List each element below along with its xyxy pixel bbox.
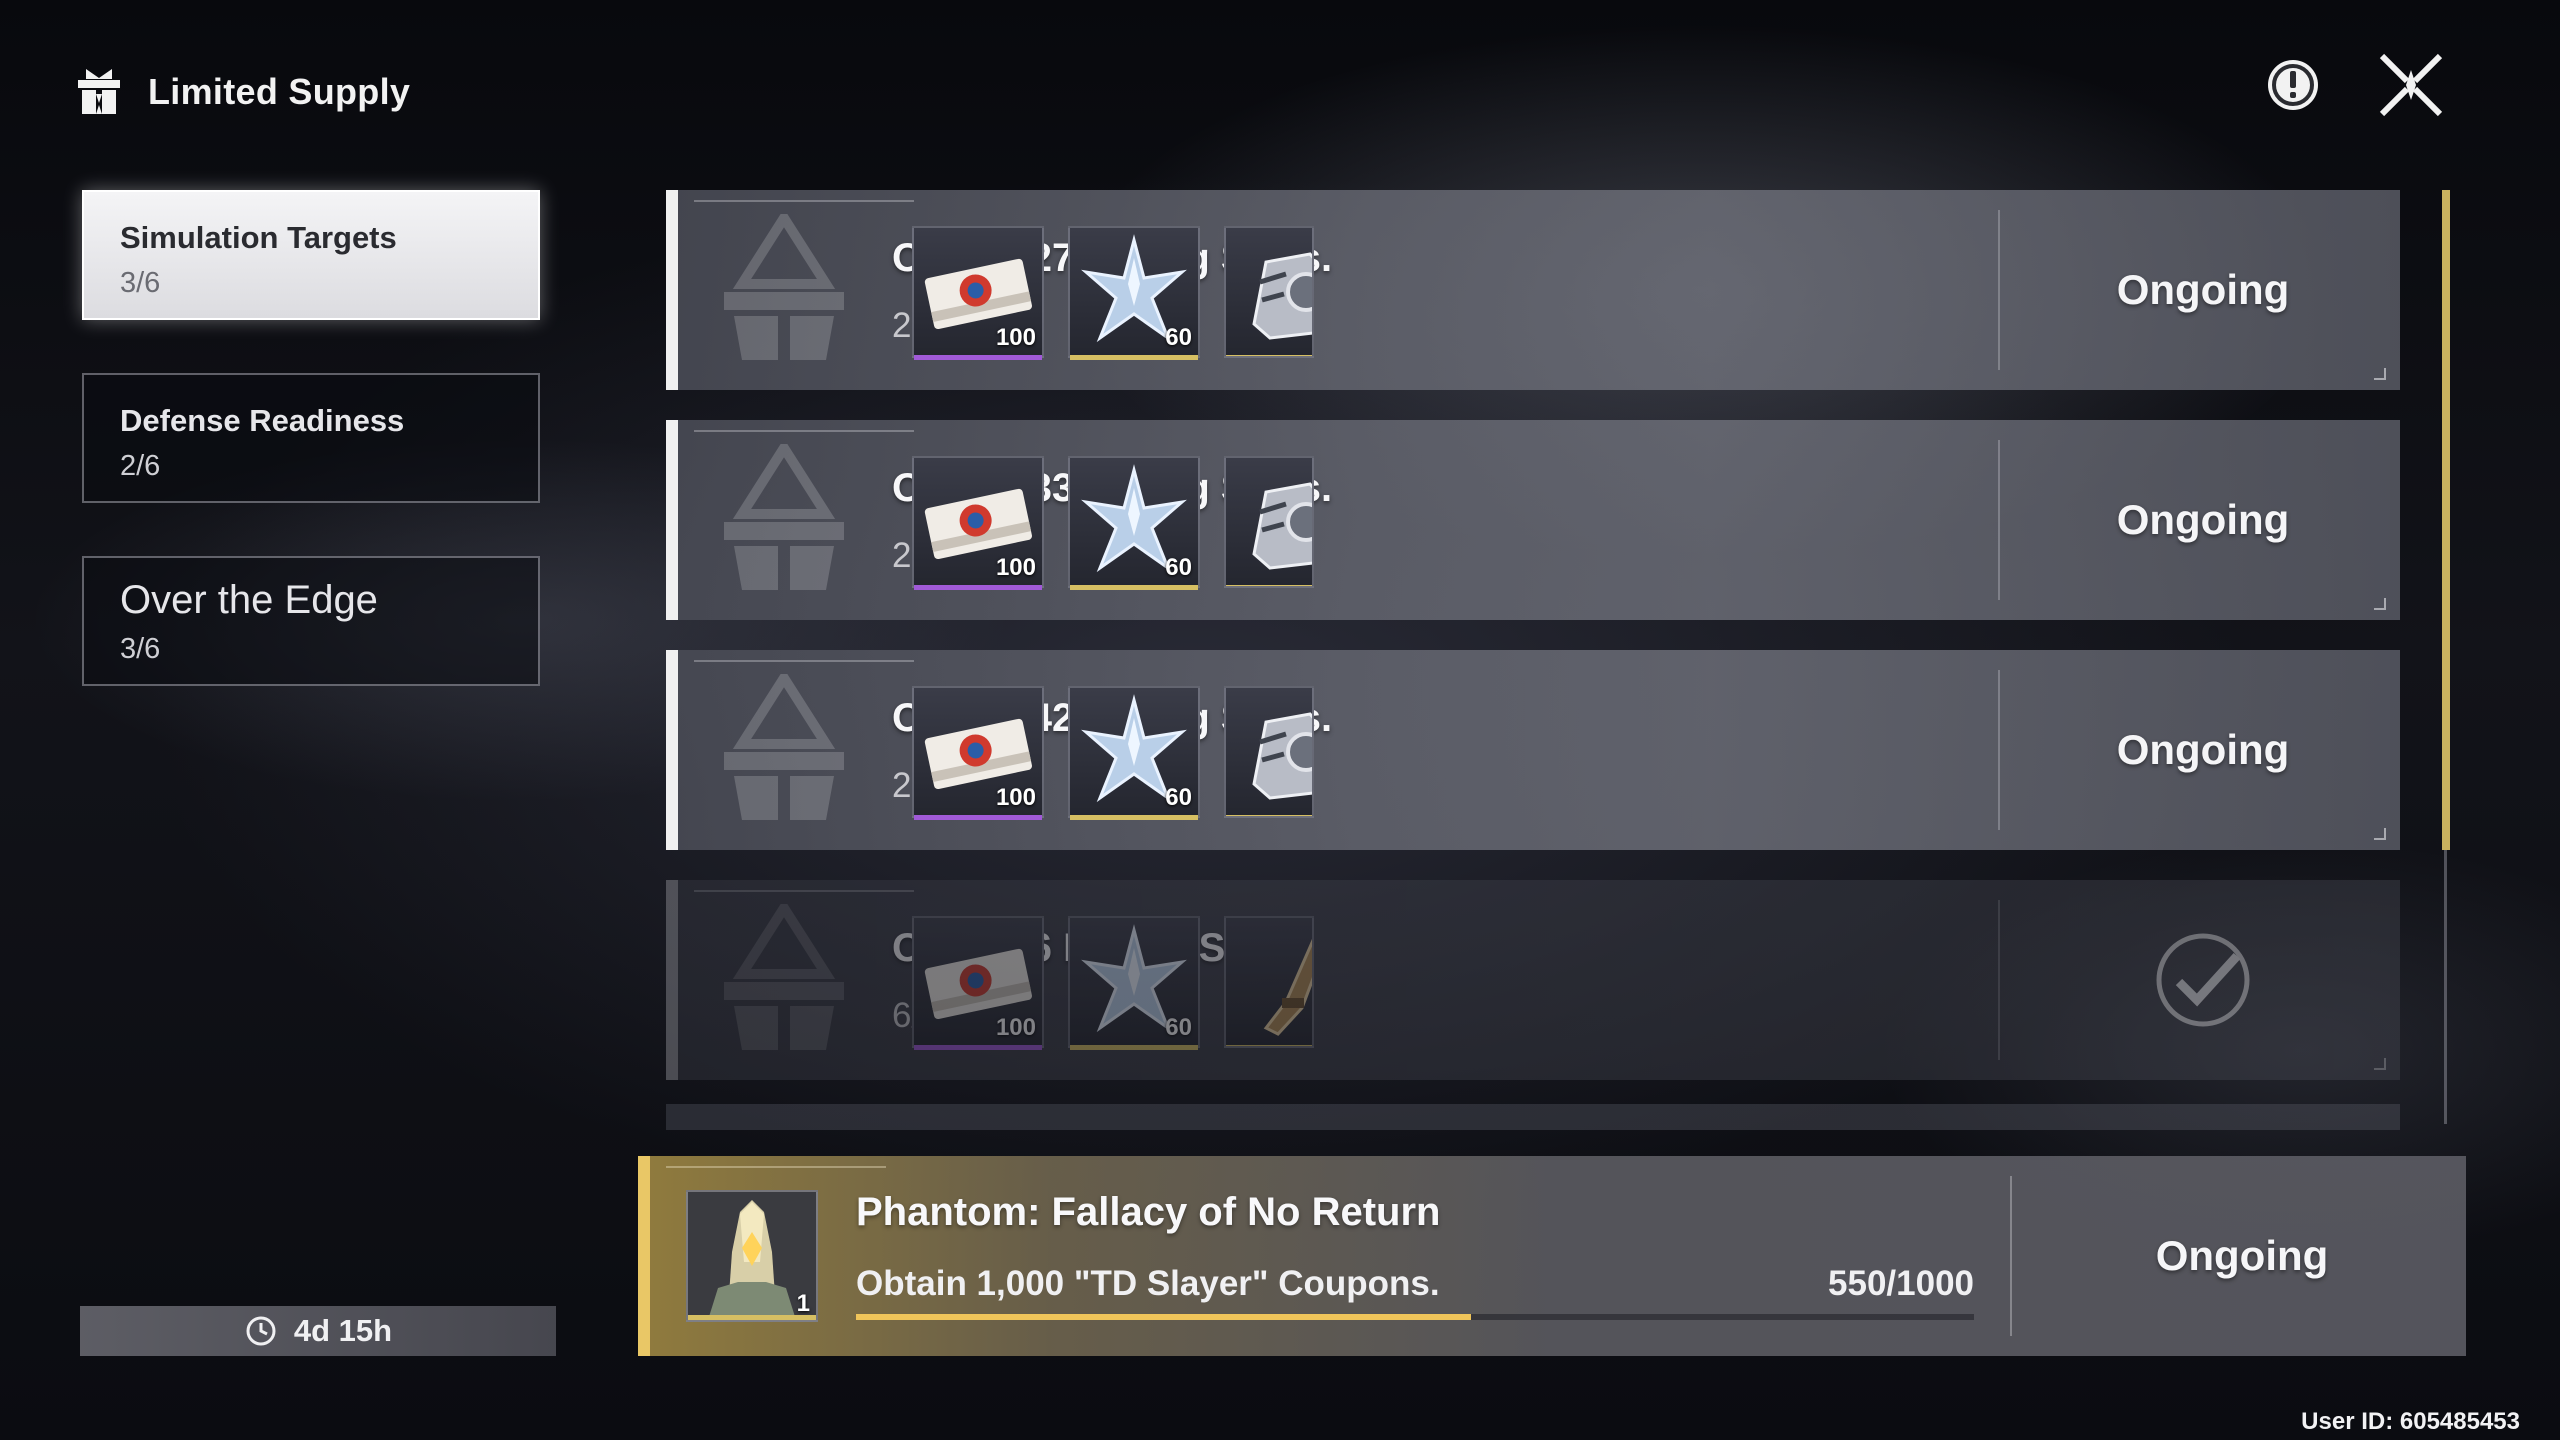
card-divider	[1998, 210, 2000, 370]
tab-over-the-edge[interactable]: Over the Edge 3/6	[82, 556, 540, 686]
phantom-progress-bar	[856, 1314, 1974, 1320]
reward-quantity: 1	[796, 1290, 810, 1317]
scrollbar-thumb[interactable]	[2442, 190, 2450, 850]
clock-icon	[246, 1316, 276, 1346]
phantom-status: Ongoing	[2155, 1232, 2329, 1279]
card-deco-line	[666, 1166, 886, 1168]
rarity-bar	[914, 355, 1042, 360]
phantom-reward[interactable]: 1	[686, 1190, 818, 1322]
rarity-bar	[914, 815, 1042, 820]
card-corner	[2374, 598, 2386, 610]
tab-label: Simulation Targets	[120, 220, 397, 255]
timer-text: 4d 15h	[293, 1313, 393, 1348]
mission-card: Obtain 6 Rating Stars. 6/6 10060	[666, 880, 2400, 1080]
mission-emblem-icon	[724, 904, 844, 1050]
mission-card: Obtain 42 Rating Stars. 25/42 Ongoing 10…	[666, 650, 2400, 850]
weapon-icon	[1226, 918, 1312, 1046]
reward-item[interactable]: 60	[1068, 226, 1200, 360]
equipment-icon	[1226, 688, 1312, 816]
user-id: User ID: 605485453	[2301, 1408, 2520, 1435]
reward-item[interactable]	[1224, 226, 1314, 358]
equipment-icon	[1226, 458, 1312, 586]
header-title: Limited Supply	[72, 62, 410, 122]
card-corner	[2374, 368, 2386, 380]
event-timer: 4d 15h	[80, 1306, 556, 1356]
card-divider	[2010, 1176, 2012, 1336]
tab-count: 3/6	[120, 267, 161, 299]
close-icon	[2379, 53, 2443, 117]
card-deco-line	[694, 660, 914, 662]
rarity-bar	[914, 585, 1042, 590]
phantom-count: 550/1000	[1828, 1264, 1974, 1303]
rarity-bar	[1070, 1045, 1198, 1050]
reward-item[interactable]: 100	[912, 916, 1044, 1050]
info-button[interactable]	[2258, 50, 2328, 120]
reward-item[interactable]	[1224, 686, 1314, 818]
tab-label: Defense Readiness	[120, 403, 405, 438]
tab-count: 3/6	[120, 633, 161, 665]
tab-count: 2/6	[120, 450, 161, 482]
mission-status: Ongoing	[2116, 266, 2290, 313]
reward-quantity: 100	[995, 554, 1036, 581]
reward-item[interactable]: 100	[912, 226, 1044, 360]
reward-quantity: 60	[1165, 784, 1192, 811]
reward-item[interactable]: 60	[1068, 686, 1200, 820]
card-deco-line	[694, 430, 914, 432]
card-deco-line	[694, 890, 914, 892]
reward-quantity: 60	[1165, 324, 1192, 351]
reward-item[interactable]	[1224, 456, 1314, 588]
info-icon	[2268, 60, 2318, 110]
phantom-progress-fill	[856, 1314, 1471, 1320]
equipment-icon	[1226, 228, 1312, 356]
reward-item[interactable]: 60	[1068, 456, 1200, 590]
tab-simulation-targets[interactable]: Simulation Targets 3/6	[82, 190, 540, 320]
mission-card: Obtain 33 Rating Stars. 25/33 Ongoing 10…	[666, 420, 2400, 620]
reward-quantity: 60	[1165, 554, 1192, 581]
tab-label: Over the Edge	[120, 578, 378, 622]
completed-check	[2008, 880, 2398, 1080]
mission-emblem-icon	[724, 444, 844, 590]
rarity-bar	[914, 1045, 1042, 1050]
phantom-mission-card: 1 Phantom: Fallacy of No Return Obtain 1…	[638, 1156, 2466, 1356]
rarity-bar	[1070, 815, 1198, 820]
close-button[interactable]	[2376, 50, 2446, 120]
card-corner	[2374, 1058, 2386, 1070]
page-title: Limited Supply	[148, 71, 411, 112]
tab-defense-readiness[interactable]: Defense Readiness 2/6	[82, 373, 540, 503]
mission-status: Ongoing	[2116, 496, 2290, 543]
phantom-title: Phantom: Fallacy of No Return	[856, 1190, 1441, 1234]
mission-status: Ongoing	[2116, 726, 2290, 773]
mission-emblem-icon	[724, 674, 844, 820]
phantom-description: Obtain 1,000 "TD Slayer" Coupons.	[856, 1264, 1440, 1303]
rarity-bar	[1070, 355, 1198, 360]
mission-card-partial	[666, 1104, 2400, 1130]
rarity-bar	[1070, 585, 1198, 590]
reward-item[interactable]	[1224, 916, 1314, 1048]
reward-quantity: 60	[1165, 1014, 1192, 1041]
reward-item[interactable]: 60	[1068, 916, 1200, 1050]
card-divider	[1998, 670, 2000, 830]
card-divider	[1998, 900, 2000, 1060]
reward-quantity: 100	[995, 784, 1036, 811]
card-corner	[2374, 828, 2386, 840]
card-divider	[1998, 440, 2000, 600]
mission-card: Obtain 27 Rating Stars. 25/27 Ongoing 10…	[666, 190, 2400, 390]
gift-icon	[78, 69, 120, 114]
checkmark-icon	[2156, 933, 2250, 1027]
rarity-bar	[688, 1315, 816, 1320]
card-deco-line	[694, 200, 914, 202]
reward-quantity: 100	[995, 1014, 1036, 1041]
mission-emblem-icon	[724, 214, 844, 360]
reward-item[interactable]: 100	[912, 686, 1044, 820]
reward-quantity: 100	[995, 324, 1036, 351]
reward-item[interactable]: 100	[912, 456, 1044, 590]
